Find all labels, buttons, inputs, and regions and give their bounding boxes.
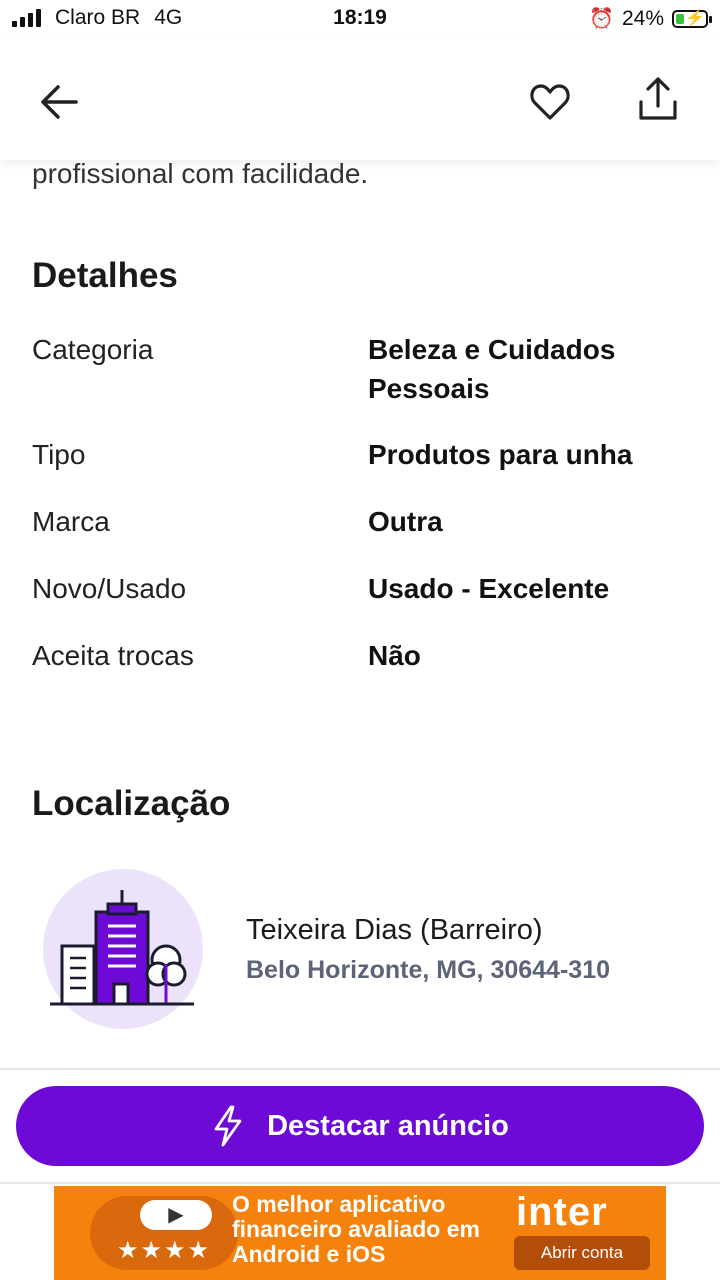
detail-value: Beleza e Cuidados Pessoais [368, 334, 616, 404]
rating-stars: ★★★★ [116, 1237, 212, 1264]
detail-value: Produtos para unha [368, 439, 633, 470]
location-address: Belo Horizonte, MG, 30644-310 [246, 956, 611, 984]
status-right: ⏰ 24% ⚡ [589, 6, 712, 31]
highlight-ad-label: Destacar anúncio [267, 1109, 509, 1142]
share-icon[interactable] [636, 76, 680, 124]
detail-label: Aceita trocas [32, 640, 194, 671]
city-buildings-icon [43, 869, 203, 1029]
details-heading: Detalhes [32, 256, 178, 295]
battery-percent: 24% [621, 6, 664, 30]
lightning-icon [214, 1105, 242, 1147]
top-bar [0, 40, 720, 160]
detail-label: Novo/Usado [32, 573, 187, 604]
detail-value: Usado - Excelente [368, 573, 610, 604]
alarm-icon: ⏰ [589, 8, 614, 30]
favorite-heart-icon[interactable] [528, 80, 572, 124]
app-stores-badge: ▶ ★★★★ [90, 1196, 238, 1270]
ad-brand-logo: inter [516, 1190, 608, 1234]
detail-label: Tipo [32, 439, 86, 470]
detail-label: Marca [32, 506, 110, 537]
back-arrow-icon[interactable] [38, 80, 82, 124]
apple-play-store-icon: ▶ [140, 1200, 212, 1230]
divider [0, 1068, 720, 1070]
detail-value: Não [368, 640, 421, 671]
location-neighborhood: Teixeira Dias (Barreiro) [246, 914, 543, 946]
detail-value: Outra [368, 506, 443, 537]
detail-label: Categoria [32, 334, 154, 365]
ad-text: O melhor aplicativo financeiro avaliado … [232, 1191, 480, 1267]
open-account-button[interactable]: Abrir conta [514, 1236, 650, 1270]
description-text: profissional com facilidade. [32, 158, 369, 189]
status-bar: Claro BR 4G 18:19 ⏰ 24% ⚡ [0, 0, 720, 40]
divider [0, 1182, 720, 1184]
highlight-ad-button[interactable]: Destacar anúncio [16, 1086, 704, 1166]
location-heading: Localização [32, 784, 231, 823]
battery-icon: ⚡ [672, 9, 712, 28]
ad-banner[interactable]: ▶ ★★★★ O melhor aplicativo financeiro av… [54, 1186, 666, 1280]
